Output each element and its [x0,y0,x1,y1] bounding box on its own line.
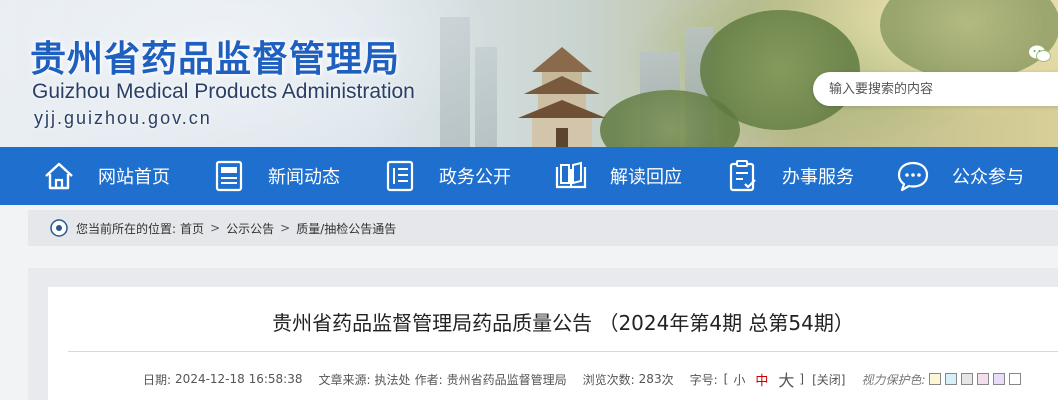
nav-item-participation[interactable]: 公众参与 [896,147,1024,205]
site-title-english: Guizhou Medical Products Administration [32,80,415,103]
article-meta: 日期: 2024-12-18 16:58:38 文章来源: 执法处 作者: 贵州… [143,367,1022,391]
service-icon [729,160,756,192]
fontsize-label: 字号: [689,372,718,387]
author-label: 作者: [414,372,443,387]
location-icon [50,219,68,237]
article-source: 执法处 [374,372,411,387]
wechat-icon[interactable] [1028,44,1052,64]
site-title: 贵州省药品监督管理局 [30,39,401,80]
bracket-close: ] [799,372,805,386]
title-divider [68,351,1058,352]
font-size-small-button[interactable]: 小 [733,371,745,388]
eye-protect-label: 视力保护色: [861,372,926,387]
nav-item-label: 政务公开 [439,167,511,188]
nav-item-gov-affairs[interactable]: 政务公开 [383,147,511,205]
publish-date: 2024-12-18 16:58:38 [175,372,303,386]
eye-protect-swatch[interactable] [993,373,1006,385]
nav-item-services[interactable]: 办事服务 [726,147,854,205]
breadcrumb-link-announcements[interactable]: 公示公告 [226,220,274,237]
article-title: 贵州省药品监督管理局药品质量公告 （2024年第4期 总第54期） [272,311,854,335]
article-card: 贵州省药品监督管理局药品质量公告 （2024年第4期 总第54期） 日期: 20… [48,287,1058,400]
search-input[interactable] [813,72,1058,106]
newspaper-icon [215,160,243,192]
breadcrumb: 您当前所在的位置: 首页 > 公示公告 > 质量/抽检公告通告 [28,210,1058,246]
nav-item-label: 公众参与 [952,167,1024,188]
chat-bubble-icon [897,161,929,192]
font-size-large-button[interactable]: 大 [778,367,794,391]
eye-protect-swatch[interactable] [945,373,958,385]
document-icon [386,160,414,192]
eye-protect-swatch[interactable] [977,373,990,385]
bracket-open: [ [723,372,729,386]
open-book-icon [555,161,587,189]
eye-protect-swatch[interactable] [961,373,974,385]
article-author: 贵州省药品监督管理局 [446,372,567,387]
nav-item-label: 办事服务 [782,167,854,188]
eye-protect-swatch[interactable] [1009,373,1022,385]
banner-building [475,47,497,147]
breadcrumb-prefix: 您当前所在的位置: [76,221,177,236]
eye-protect-swatch[interactable] [929,373,942,385]
nav-item-interpretation[interactable]: 解读回应 [554,147,682,205]
views-label: 浏览次数: [582,372,635,387]
views-unit: 次 [661,372,674,387]
view-count: 283 [638,372,662,386]
header-banner: 贵州省药品监督管理局 Guizhou Medical Products Admi… [0,0,1058,147]
nav-item-label: 新闻动态 [268,167,340,188]
close-button[interactable]: [关闭] [812,371,845,388]
nav-item-home[interactable]: 网站首页 [42,147,170,205]
banner-tree [880,0,1058,80]
nav-item-news[interactable]: 新闻动态 [212,147,340,205]
site-url: yjj.guizhou.gov.cn [34,108,212,128]
source-label: 文章来源: [318,372,371,387]
font-size-medium-button[interactable]: 中 [755,370,768,389]
main-nav: 网站首页 新闻动态 政务公开 解读回应 办事服务 公众参与 [0,147,1058,205]
date-label: 日期: [143,372,172,387]
home-icon [45,162,73,190]
nav-item-label: 网站首页 [98,167,170,188]
breadcrumb-separator: > [210,221,221,235]
banner-building [440,17,470,147]
pagoda-illustration [518,47,606,147]
nav-item-label: 解读回应 [610,167,682,188]
breadcrumb-link-quality[interactable]: 质量/抽检公告通告 [296,220,396,237]
breadcrumb-separator: > [280,221,291,235]
breadcrumb-link-home[interactable]: 首页 [180,220,204,237]
